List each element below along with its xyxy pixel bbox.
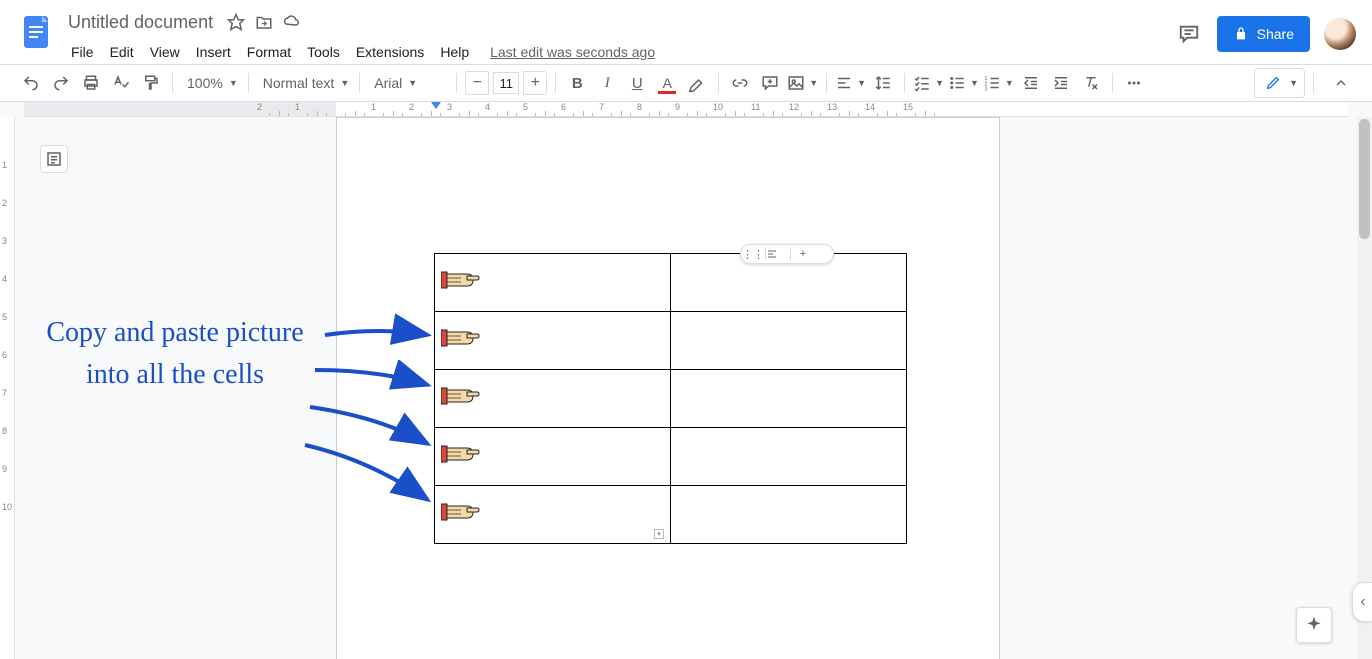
horizontal-ruler[interactable]: 21123456789101112131415 bbox=[24, 102, 1348, 117]
increase-indent-icon[interactable] bbox=[1048, 70, 1074, 96]
undo-icon[interactable] bbox=[18, 70, 44, 96]
increase-font-size[interactable]: + bbox=[523, 71, 547, 95]
svg-text:3: 3 bbox=[984, 87, 987, 93]
document-title[interactable]: Untitled document bbox=[64, 10, 217, 35]
highlight-icon[interactable] bbox=[684, 70, 710, 96]
insert-link-icon[interactable] bbox=[727, 70, 753, 96]
side-panel-toggle[interactable] bbox=[1352, 582, 1372, 622]
star-icon[interactable] bbox=[227, 13, 245, 31]
table-cell[interactable] bbox=[671, 370, 907, 428]
paragraph-style-select[interactable]: Normal text▼ bbox=[257, 70, 352, 96]
menu-extensions[interactable]: Extensions bbox=[349, 40, 431, 64]
pointing-hand-icon[interactable] bbox=[441, 441, 481, 467]
bold-icon[interactable]: B bbox=[564, 70, 590, 96]
decrease-indent-icon[interactable] bbox=[1018, 70, 1044, 96]
menu-file[interactable]: File bbox=[64, 40, 101, 64]
checklist-icon[interactable]: ▼ bbox=[913, 70, 944, 96]
pointing-hand-icon[interactable] bbox=[441, 499, 481, 525]
toolbar: 100%▼ Normal text▼ Arial▼ − + B I U A ▼ … bbox=[0, 64, 1372, 102]
table-cell[interactable] bbox=[435, 254, 671, 312]
drag-column-icon[interactable]: ⋮⋮ bbox=[741, 248, 765, 261]
pointing-hand-icon[interactable] bbox=[441, 325, 481, 351]
numbered-list-icon[interactable]: 123▼ bbox=[983, 70, 1014, 96]
clear-formatting-icon[interactable] bbox=[1078, 70, 1104, 96]
document-outline-button[interactable] bbox=[40, 145, 68, 173]
table-cell[interactable] bbox=[671, 312, 907, 370]
more-icon[interactable] bbox=[1121, 70, 1147, 96]
annotation-text: Copy and paste picture into all the cell… bbox=[25, 312, 325, 396]
move-icon[interactable] bbox=[255, 13, 273, 31]
pointing-hand-icon[interactable] bbox=[441, 383, 481, 409]
share-label: Share bbox=[1257, 26, 1294, 42]
menu-insert[interactable]: Insert bbox=[189, 40, 238, 64]
document-table[interactable]: ▾ bbox=[434, 253, 907, 544]
font-select[interactable]: Arial▼ bbox=[368, 70, 448, 96]
menu-view[interactable]: View bbox=[143, 40, 187, 64]
table-cell[interactable] bbox=[435, 370, 671, 428]
title-bar: Untitled document File Edit View Insert … bbox=[0, 0, 1372, 64]
cloud-status-icon[interactable] bbox=[283, 13, 301, 31]
docs-logo[interactable] bbox=[16, 12, 56, 52]
table-column-controls[interactable]: ⋮⋮ + bbox=[740, 244, 834, 264]
menu-bar: File Edit View Insert Format Tools Exten… bbox=[64, 38, 1175, 66]
italic-icon[interactable]: I bbox=[594, 70, 620, 96]
add-column-icon[interactable]: + bbox=[791, 248, 815, 260]
redo-icon[interactable] bbox=[48, 70, 74, 96]
font-size-input[interactable] bbox=[493, 72, 519, 94]
comments-icon[interactable] bbox=[1175, 20, 1203, 48]
menu-edit[interactable]: Edit bbox=[103, 40, 141, 64]
table-cell[interactable]: ▾ bbox=[435, 486, 671, 544]
table-cell[interactable] bbox=[671, 486, 907, 544]
share-button[interactable]: Share bbox=[1217, 16, 1310, 52]
insert-image-icon[interactable]: ▼ bbox=[787, 70, 818, 96]
zoom-select[interactable]: 100%▼ bbox=[181, 70, 240, 96]
last-edit-link[interactable]: Last edit was seconds ago bbox=[490, 44, 655, 60]
decrease-font-size[interactable]: − bbox=[465, 71, 489, 95]
paint-format-icon[interactable] bbox=[138, 70, 164, 96]
cell-menu-icon[interactable]: ▾ bbox=[654, 529, 664, 539]
menu-help[interactable]: Help bbox=[433, 40, 476, 64]
spellcheck-icon[interactable] bbox=[108, 70, 134, 96]
table-cell[interactable] bbox=[671, 428, 907, 486]
print-icon[interactable] bbox=[78, 70, 104, 96]
hide-menus-icon[interactable] bbox=[1328, 70, 1354, 96]
add-comment-icon[interactable] bbox=[757, 70, 783, 96]
line-spacing-icon[interactable] bbox=[870, 70, 896, 96]
align-icon[interactable]: ▼ bbox=[835, 70, 866, 96]
table-cell[interactable] bbox=[435, 428, 671, 486]
table-cell[interactable] bbox=[435, 312, 671, 370]
account-avatar[interactable] bbox=[1324, 18, 1356, 50]
column-options-icon[interactable] bbox=[766, 248, 790, 260]
document-page[interactable]: ▾ ⋮⋮ + bbox=[336, 117, 1000, 659]
menu-tools[interactable]: Tools bbox=[300, 40, 347, 64]
text-color-icon[interactable]: A bbox=[654, 70, 680, 96]
document-area: 21123456789101112131415 12345678910 ▾ ⋮⋮… bbox=[0, 102, 1372, 659]
explore-button[interactable] bbox=[1296, 607, 1332, 643]
bullet-list-icon[interactable]: ▼ bbox=[948, 70, 979, 96]
menu-format[interactable]: Format bbox=[240, 40, 298, 64]
editing-mode-button[interactable]: ▼ bbox=[1254, 68, 1305, 98]
vertical-ruler[interactable]: 12345678910 bbox=[0, 117, 15, 659]
pointing-hand-icon[interactable] bbox=[441, 267, 481, 293]
underline-icon[interactable]: U bbox=[624, 70, 650, 96]
vertical-scrollbar[interactable] bbox=[1357, 117, 1372, 659]
